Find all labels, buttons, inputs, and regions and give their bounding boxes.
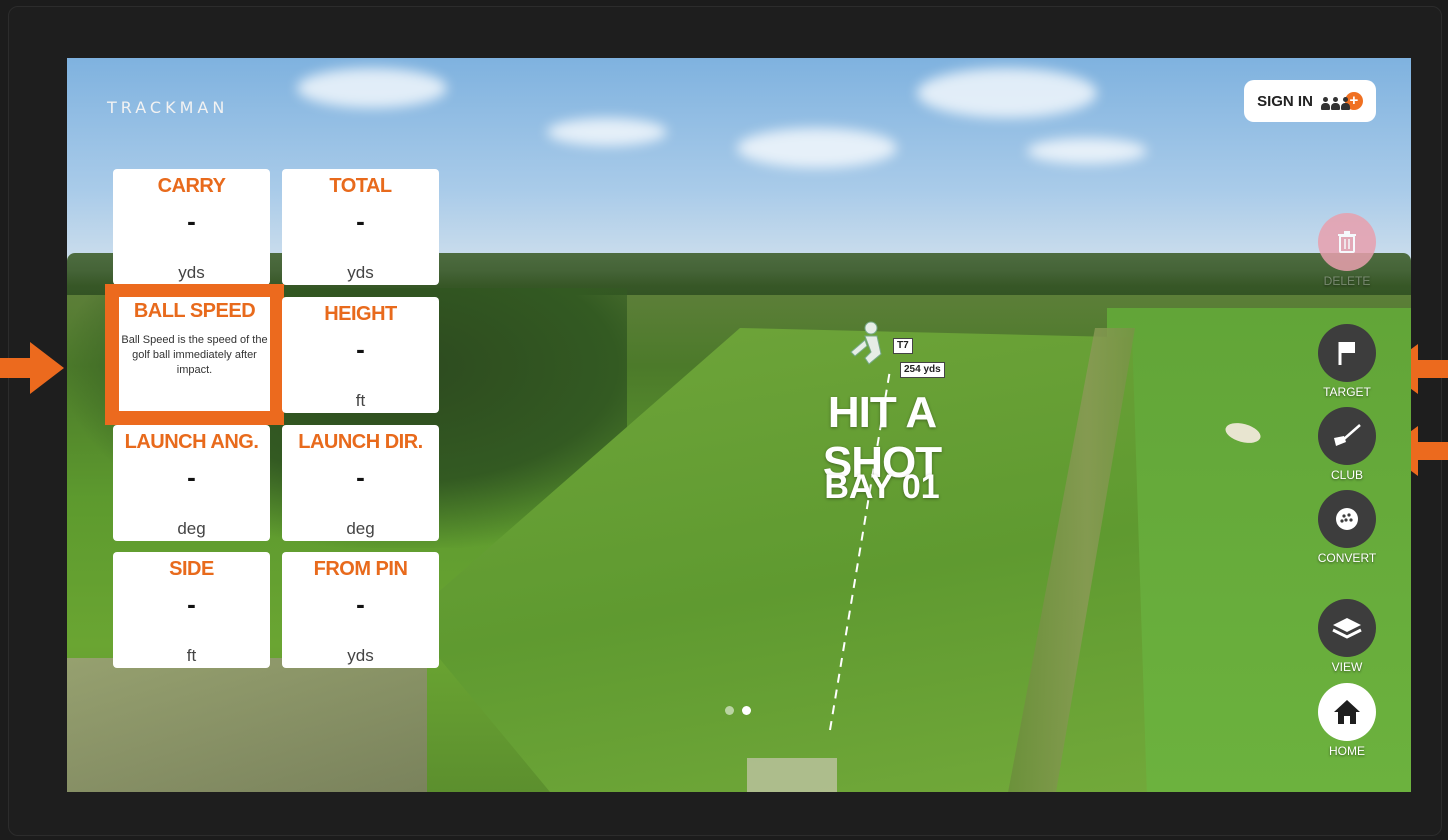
- convert-label: CONVERT: [1317, 551, 1377, 565]
- trackman-logo: TRACKMAN: [107, 98, 229, 117]
- tile-ball-speed[interactable]: BALL SPEED Ball Speed is the speed of th…: [105, 284, 284, 425]
- tile-from-pin[interactable]: FROM PIN - yds: [282, 552, 439, 668]
- tile-description: Ball Speed is the speed of the golf ball…: [121, 334, 268, 376]
- tile-unit: yds: [347, 263, 374, 282]
- golf-ball-icon: [1336, 508, 1358, 530]
- tile-side[interactable]: SIDE - ft: [113, 552, 270, 668]
- tile-label: FROM PIN: [313, 558, 408, 580]
- tile-launch-direction[interactable]: LAUNCH DIR. - deg: [282, 425, 439, 541]
- layers-icon: [1332, 618, 1362, 639]
- tile-total[interactable]: TOTAL - yds: [282, 169, 439, 285]
- target-control[interactable]: TARGET: [1307, 324, 1387, 399]
- tile-unit: ft: [355, 391, 366, 410]
- tile-label: SIDE: [169, 558, 214, 580]
- shot-data-tiles: CARRY - yds TOTAL - yds BALL SPEED Ball …: [105, 169, 439, 669]
- tile-value: -: [187, 589, 196, 619]
- view-label: VIEW: [1331, 660, 1363, 674]
- home-label: HOME: [1329, 744, 1365, 758]
- club-button[interactable]: [1318, 407, 1376, 465]
- tile-unit: ft: [186, 646, 197, 665]
- page-dot[interactable]: [725, 706, 734, 715]
- home-button[interactable]: [1318, 683, 1376, 741]
- tile-value: -: [187, 462, 196, 492]
- delete-control[interactable]: DELETE: [1307, 213, 1387, 288]
- club-label: CLUB: [1330, 468, 1363, 482]
- convert-control[interactable]: CONVERT: [1307, 490, 1387, 565]
- club-control[interactable]: CLUB: [1307, 407, 1387, 482]
- flag-icon: [1338, 342, 1355, 365]
- view-control[interactable]: VIEW: [1307, 599, 1387, 674]
- range-view[interactable]: TRACKMAN SIGN IN + T7 254 yds HIT A SHOT…: [67, 58, 1411, 792]
- trash-icon: [1338, 231, 1356, 253]
- delete-label: DELETE: [1323, 274, 1371, 288]
- tile-unit: yds: [347, 646, 374, 665]
- target-label: TARGET: [1323, 385, 1371, 399]
- golf-club-icon: [1334, 424, 1361, 446]
- tile-label: LAUNCH DIR.: [298, 431, 423, 453]
- target-button[interactable]: [1318, 324, 1376, 382]
- people-add-icon: +: [1320, 92, 1363, 110]
- annotation-arrow-left: [0, 342, 64, 394]
- sign-in-label: SIGN IN: [1257, 92, 1313, 110]
- convert-button[interactable]: [1318, 490, 1376, 548]
- tile-label: TOTAL: [329, 175, 392, 197]
- home-icon: [1334, 700, 1360, 724]
- sign-in-button[interactable]: SIGN IN +: [1244, 80, 1376, 122]
- tile-value: -: [356, 334, 365, 364]
- tile-label: LAUNCH ANG.: [124, 431, 259, 453]
- tile-unit: deg: [177, 519, 206, 538]
- tile-carry[interactable]: CARRY - yds: [113, 169, 270, 285]
- page-dot-active[interactable]: [742, 706, 751, 715]
- bay-label: BAY 01: [824, 468, 940, 506]
- target-distance: 254 yds: [900, 362, 945, 378]
- tile-value: -: [356, 589, 365, 619]
- tile-value: -: [187, 206, 196, 236]
- delete-button[interactable]: [1318, 213, 1376, 271]
- tile-unit: deg: [346, 519, 375, 538]
- tile-label: HEIGHT: [324, 303, 397, 325]
- tile-unit: yds: [178, 263, 205, 282]
- home-control[interactable]: HOME: [1307, 683, 1387, 758]
- tile-label: CARRY: [157, 175, 226, 197]
- tile-height[interactable]: HEIGHT - ft: [282, 297, 439, 413]
- tile-value: -: [356, 462, 365, 492]
- tile-value: -: [356, 206, 365, 236]
- tile-label: BALL SPEED: [133, 300, 256, 322]
- golfer-icon: [850, 321, 882, 365]
- page-indicator: [725, 706, 751, 715]
- tile-launch-angle[interactable]: LAUNCH ANG. - deg: [113, 425, 270, 541]
- view-button[interactable]: [1318, 599, 1376, 657]
- target-label: T7: [893, 338, 913, 354]
